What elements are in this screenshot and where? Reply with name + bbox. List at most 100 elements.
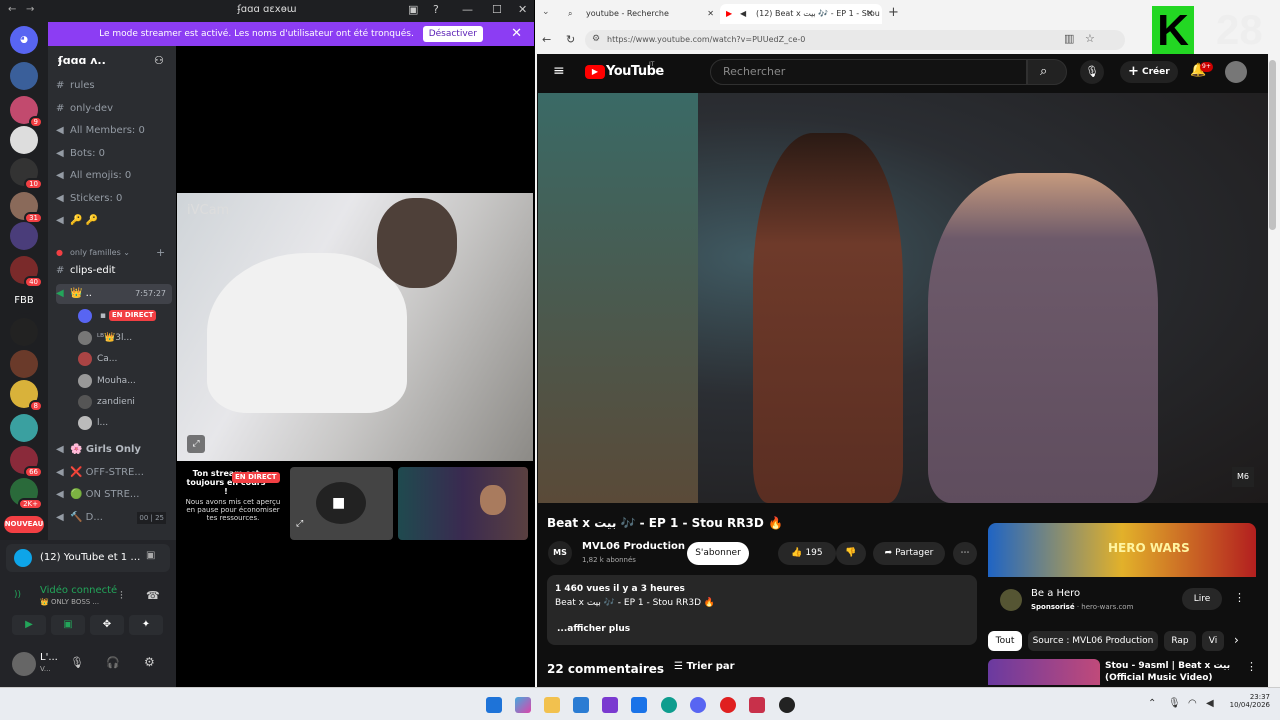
description-box[interactable]: 1 460 vues il y a 3 heures Beat x بيت 🎶 … [547,575,977,645]
voice-connected-label[interactable]: Vidéo connecté [40,585,117,596]
voice-user[interactable]: Mouha... [78,371,168,391]
tab-youtube-video[interactable]: ▶ ◀ (12) Beat x بيت 🎶 - EP 1 - Stou [720,4,882,24]
channel-clips-edit[interactable]: # clips-edit [56,261,172,281]
chip-source[interactable]: Source : MVL06 Production [1028,631,1158,651]
voice-user[interactable]: l... [78,413,168,433]
channel-only-dev[interactable]: # only-dev [56,99,172,119]
more-vertical-icon[interactable]: ⋮ [1234,591,1245,604]
app-icon[interactable] [602,697,618,713]
chevron-up-icon[interactable]: ⌃ [1148,698,1156,709]
server-icon[interactable]: 2K+ [10,478,43,510]
server-icon[interactable]: 9 [10,96,43,128]
channel-bots[interactable]: ◀ Bots: 0 [56,144,172,164]
activities-button[interactable]: ✥ [90,615,124,635]
channel-name[interactable]: MVL06 Production [582,541,685,552]
fullscreen-icon[interactable]: ⤢ [187,435,205,453]
search-button[interactable]: ⌕ [1027,59,1067,85]
server-icon[interactable]: 10 [10,158,43,190]
menu-icon[interactable]: ≡ [553,63,565,79]
microphone-icon[interactable]: 🎙 [1168,698,1181,709]
voice-user[interactable]: ▪ EN DIRECT [78,306,157,326]
invite-icon[interactable]: ⚇ [154,54,164,67]
new-badge[interactable]: NOUVEAU [4,516,44,533]
close-tab-icon[interactable]: ✕ [866,9,874,19]
ad-title[interactable]: Be a Hero [1031,588,1080,599]
camera-button[interactable]: ▶ [12,615,46,635]
webcam-tile[interactable] [398,467,528,540]
server-icon[interactable] [10,318,38,346]
voice-channel-name[interactable]: 👑 ONLY BOSS ... [40,598,116,606]
copilot-icon[interactable] [515,697,531,713]
minimize-icon[interactable]: — [462,3,473,16]
maximize-icon[interactable]: ☐ [492,3,502,16]
paused-stream-tile[interactable]: Ton stream est toujours en cours ! EN DI… [180,467,286,540]
server-icon[interactable] [10,222,38,250]
chevron-right-icon[interactable]: › [1234,633,1239,647]
channel-keys[interactable]: ◀ 🔑 🔑 [56,211,172,231]
server-icon[interactable] [10,126,38,154]
youtube-logo-text[interactable]: YouTube [606,64,664,79]
username[interactable]: L'... [40,652,66,663]
more-vertical-icon[interactable]: ⋮ [1246,660,1257,673]
voice-channel-girls[interactable]: ◀ 🌸 Girls Only [56,440,172,460]
add-channel-icon[interactable]: + [156,246,165,259]
disable-streamer-button[interactable]: Désactiver [422,26,483,42]
server-icon[interactable] [10,350,38,378]
voice-channel-active[interactable]: ◀ 👑 .. 7:57:27 [56,284,172,304]
channel-rules[interactable]: # rules [56,76,172,96]
dislike-button[interactable]: 👎 [836,542,866,565]
inbox-icon[interactable]: ▣ [408,3,418,16]
noise-icon[interactable]: ⫶ [120,589,123,603]
volume-icon[interactable]: ◀ [1206,698,1214,709]
screen-share-button[interactable]: ▣ [51,615,85,635]
voice-user[interactable]: ᴸᴮ👑3l... [78,328,168,348]
system-clock[interactable]: 23:37 10/04/2026 [1228,693,1270,709]
next-video-thumbnail[interactable] [988,659,1100,685]
youtube-logo-icon[interactable]: ▶ [585,65,605,79]
channel-stickers[interactable]: ◀ Stickers: 0 [56,189,172,209]
site-info-icon[interactable]: ⚙ [592,34,600,44]
close-tab-icon[interactable]: ✕ [707,4,714,24]
bookmark-icon[interactable]: ☆ [1085,32,1095,45]
close-icon[interactable]: ✕ [518,3,527,16]
next-video-title[interactable]: Stou - 9asml | Beat x بيت (Official Musi… [1105,660,1243,684]
tab-list-icon[interactable]: ⌄ [542,7,550,17]
voice-channel-on-stream[interactable]: ◀ 🟢 ON STRE... [56,485,172,505]
voice-channel-d[interactable]: ◀ 🔨 D... 00 | 25 [56,508,172,528]
sort-button[interactable]: ☰ Trier par [674,661,735,672]
outlook-icon[interactable] [631,697,647,713]
channel-all-members[interactable]: ◀ All Members: 0 [56,121,172,141]
like-button[interactable]: 👍 195 [778,542,836,565]
share-button[interactable]: ➦ Partager [873,542,945,565]
server-icon[interactable] [10,414,38,442]
new-tab-icon[interactable]: + [888,5,899,20]
voice-user[interactable]: Ca... [78,349,168,369]
fullscreen-icon[interactable]: ⤢ [296,519,303,529]
app-pink-icon[interactable] [749,697,765,713]
headphones-icon[interactable]: 🎧 [106,656,120,669]
wifi-icon[interactable]: ◠ [1188,698,1197,709]
create-button[interactable]: + Créer [1120,61,1178,83]
soundboard-button[interactable]: ✦ [129,615,163,635]
avatar[interactable] [12,652,36,676]
voice-channel-off-stream[interactable]: ◀ ❌ OFF-STRE... [56,463,172,483]
ad-banner-image[interactable]: HERO WARS [988,523,1256,577]
translate-icon[interactable]: ▥ [1064,32,1074,45]
app-red-icon[interactable] [720,697,736,713]
address-bar[interactable]: https://www.youtube.com/watch?v=PUUedZ_c… [585,30,1125,50]
edge-icon[interactable] [661,697,677,713]
disconnect-icon[interactable]: ☎ [146,589,160,602]
more-options-button[interactable]: ⋯ [953,542,977,565]
discord-home-icon[interactable]: ◕ [10,26,38,54]
gear-icon[interactable]: ⚙ [144,655,155,669]
channel-avatar[interactable]: MS [548,541,572,565]
camera-tile[interactable]: ■ ⤢ [290,467,393,540]
microphone-icon[interactable]: 🎙 [70,656,84,669]
screen-share-icon[interactable]: ▣ [146,550,155,561]
windows-start-icon[interactable] [486,697,502,713]
scrollbar[interactable] [1269,60,1276,230]
chip-more[interactable]: Vi [1202,631,1224,651]
chip-rap[interactable]: Rap [1164,631,1196,651]
chip-all[interactable]: Tout [988,631,1022,651]
server-icon[interactable]: 8 [10,380,43,412]
